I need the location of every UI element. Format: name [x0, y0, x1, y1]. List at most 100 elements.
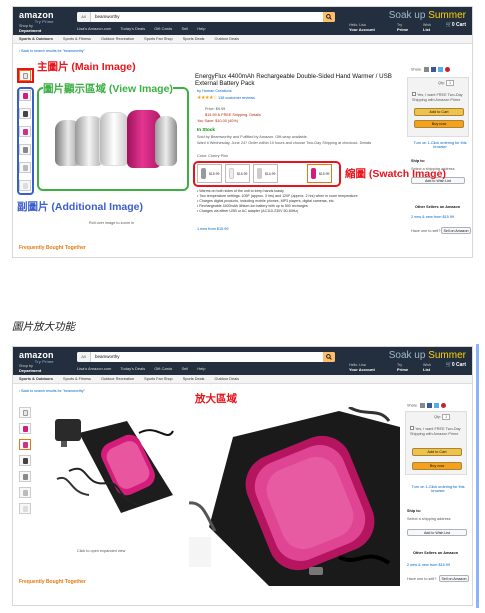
subnav-item[interactable]: Sports & Fitness [63, 377, 91, 381]
nav-item[interactable]: Lisa's Amazon.com [77, 26, 111, 31]
search-button[interactable] [323, 12, 335, 22]
search-button[interactable] [323, 352, 335, 362]
thumbnail-image[interactable] [19, 487, 31, 498]
pinterest-icon[interactable] [445, 67, 451, 72]
subnav-item[interactable]: Sports Deals [183, 377, 205, 381]
nav-item[interactable]: Help [197, 26, 205, 31]
expand-view-hint: Click to open expanded view [77, 549, 126, 553]
prime-menu[interactable]: Try Prime [397, 363, 408, 372]
buy-now-button[interactable]: Buy now [412, 462, 462, 470]
facebook-icon[interactable] [431, 67, 437, 72]
nav-item[interactable]: Today's Deals [120, 26, 145, 31]
annotation-additional-image-label: 副圖片 (Additional Image) [17, 201, 143, 213]
product-image[interactable] [49, 413, 179, 523]
nav-item[interactable]: Today's Deals [120, 366, 145, 371]
subnav-item[interactable]: Sports Fan Shop [144, 377, 173, 381]
back-to-results-link[interactable]: ‹ Back to search results for "beamworthy… [19, 389, 85, 393]
zoom-feature-caption: 圖片放大功能 [12, 321, 75, 333]
current-price: $15.99 & FREE Shipping. Details [205, 113, 261, 117]
add-to-cart-button[interactable]: Add to Cart [412, 448, 462, 456]
nav-item[interactable]: Sell [181, 366, 188, 371]
thumbnail-image-selected[interactable] [19, 439, 31, 450]
amazon-logo[interactable]: amazon Try Prime [19, 350, 54, 364]
search-icon [326, 354, 332, 360]
search-input[interactable]: beamworthy [95, 352, 120, 362]
ship-to-label: Ship to: [411, 159, 426, 163]
search-category-select[interactable]: All [77, 352, 91, 362]
thumbnail-image[interactable] [19, 471, 31, 482]
annotation-view-image-label: 圖片顯示區域 (View Image) [43, 81, 173, 96]
thumbnail-image[interactable] [19, 455, 31, 466]
buy-now-button[interactable]: Buy now [414, 120, 464, 128]
prime-menu[interactable]: Try Prime [397, 23, 408, 32]
wish-list-menu[interactable]: Wish List [423, 23, 431, 32]
rating-row[interactable]: ★★★★☆ 138 customer reviews [197, 95, 255, 101]
subnav-item[interactable]: Outdoor Deals [215, 37, 239, 41]
sell-on-amazon-button[interactable]: Sell on Amazon [441, 227, 471, 234]
sell-prompt: Have one to sell? [411, 229, 441, 233]
other-sellers-link[interactable]: 2 new & new from $15.99 [407, 563, 450, 567]
thumbnail-image[interactable] [19, 423, 31, 434]
search-bar[interactable]: All beamworthy [77, 352, 335, 362]
search-input[interactable]: beamworthy [95, 12, 120, 22]
subnav-item[interactable]: Sports & Outdoors [19, 377, 53, 381]
nav-item[interactable]: Gift Cards [154, 366, 172, 371]
add-to-wish-list-button[interactable]: Add to Wish List [407, 529, 467, 536]
buy-box: Qty: 1 Yes, I want FREE Two-Day Shipping… [405, 411, 467, 475]
shop-by-department[interactable]: Shop by Department [19, 364, 41, 373]
nav-item[interactable]: Gift Cards [154, 26, 172, 31]
pinterest-icon[interactable] [441, 403, 447, 408]
sold-by: Sold by Beamworthy and Fulfilled by Amaz… [197, 135, 308, 139]
subnav-item[interactable]: Sports Deals [183, 37, 205, 41]
thumbnail-main[interactable] [19, 407, 31, 418]
product-page-screenshot-annotated: amazon Try Prime All beamworthy Soak up S… [12, 6, 473, 258]
cart-button[interactable]: 🛒0 Cart [446, 22, 466, 28]
nav-item[interactable]: Help [197, 366, 205, 371]
one-click-link[interactable]: Turn on 1-Click ordering for this browse… [411, 485, 465, 493]
annotation-view-image-box [37, 87, 189, 191]
color-label: Color: Cherry Pink [197, 154, 229, 158]
frequently-bought-together-heading: Frequently Bought Together [19, 245, 86, 251]
quantity-selector[interactable]: Qty: 1 [434, 414, 451, 420]
cart-button[interactable]: 🛒0 Cart [446, 362, 466, 368]
search-category-select[interactable]: All [77, 12, 91, 22]
prime-checkbox[interactable]: Yes, I want FREE Two-Day Shipping with A… [410, 426, 466, 436]
address-select[interactable]: Select a shipping address [407, 517, 450, 521]
add-to-cart-button[interactable]: Add to Cart [414, 108, 464, 116]
other-sellers-heading: Other Sellers on Amazon [415, 205, 461, 209]
search-bar[interactable]: All beamworthy [77, 12, 335, 22]
brand-link[interactable]: by Human Creations [197, 89, 232, 93]
reviews-link[interactable]: 138 customer reviews [218, 96, 255, 100]
scrollbar[interactable] [476, 344, 479, 608]
one-click-link[interactable]: Turn on 1-Click ordering for this browse… [413, 141, 467, 149]
subnav-item[interactable]: Outdoor Recreation [101, 377, 134, 381]
nav-item[interactable]: Lisa's Amazon.com [77, 366, 111, 371]
amazon-logo[interactable]: amazon Try Prime [19, 10, 54, 24]
account-menu[interactable]: Hello. Lisa Your Account [349, 23, 375, 32]
twitter-icon[interactable] [434, 403, 440, 408]
annotation-zoom-area-label: 放大區域 [195, 393, 237, 405]
nav-item[interactable]: Sell [181, 26, 188, 31]
sell-on-amazon-button[interactable]: Sell on Amazon [439, 575, 469, 582]
wish-list-menu[interactable]: Wish List [423, 363, 431, 372]
facebook-icon[interactable] [427, 403, 433, 408]
shop-by-department[interactable]: Shop by Department [19, 24, 41, 33]
promo-banner[interactable]: Soak up Summer [389, 10, 466, 21]
back-to-results-link[interactable]: ‹ Back to search results for "beamworthy… [19, 49, 85, 53]
prime-checkbox[interactable]: Yes, I want FREE Two-Day Shipping with A… [412, 92, 468, 102]
subnav-item[interactable]: Sports Fan Shop [144, 37, 173, 41]
twitter-icon[interactable] [438, 67, 444, 72]
promo-banner[interactable]: Soak up Summer [389, 350, 466, 361]
account-menu[interactable]: Hello. Lisa Your Account [349, 363, 375, 372]
email-icon[interactable] [424, 67, 430, 72]
thumbnail-image[interactable] [19, 503, 31, 514]
subnav-item[interactable]: Sports & Outdoors [19, 37, 53, 41]
other-sellers-link[interactable]: 2 new & new from $15.99 [411, 215, 454, 219]
header-nav: Lisa's Amazon.com Today's Deals Gift Car… [77, 366, 213, 371]
subnav-item[interactable]: Outdoor Deals [215, 377, 239, 381]
new-offers-link[interactable]: 1 new from $15.99 [197, 227, 228, 231]
quantity-selector[interactable]: Qty: 1 [438, 80, 455, 86]
subnav-item[interactable]: Sports & Fitness [63, 37, 91, 41]
subnav-item[interactable]: Outdoor Recreation [101, 37, 134, 41]
email-icon[interactable] [420, 403, 426, 408]
